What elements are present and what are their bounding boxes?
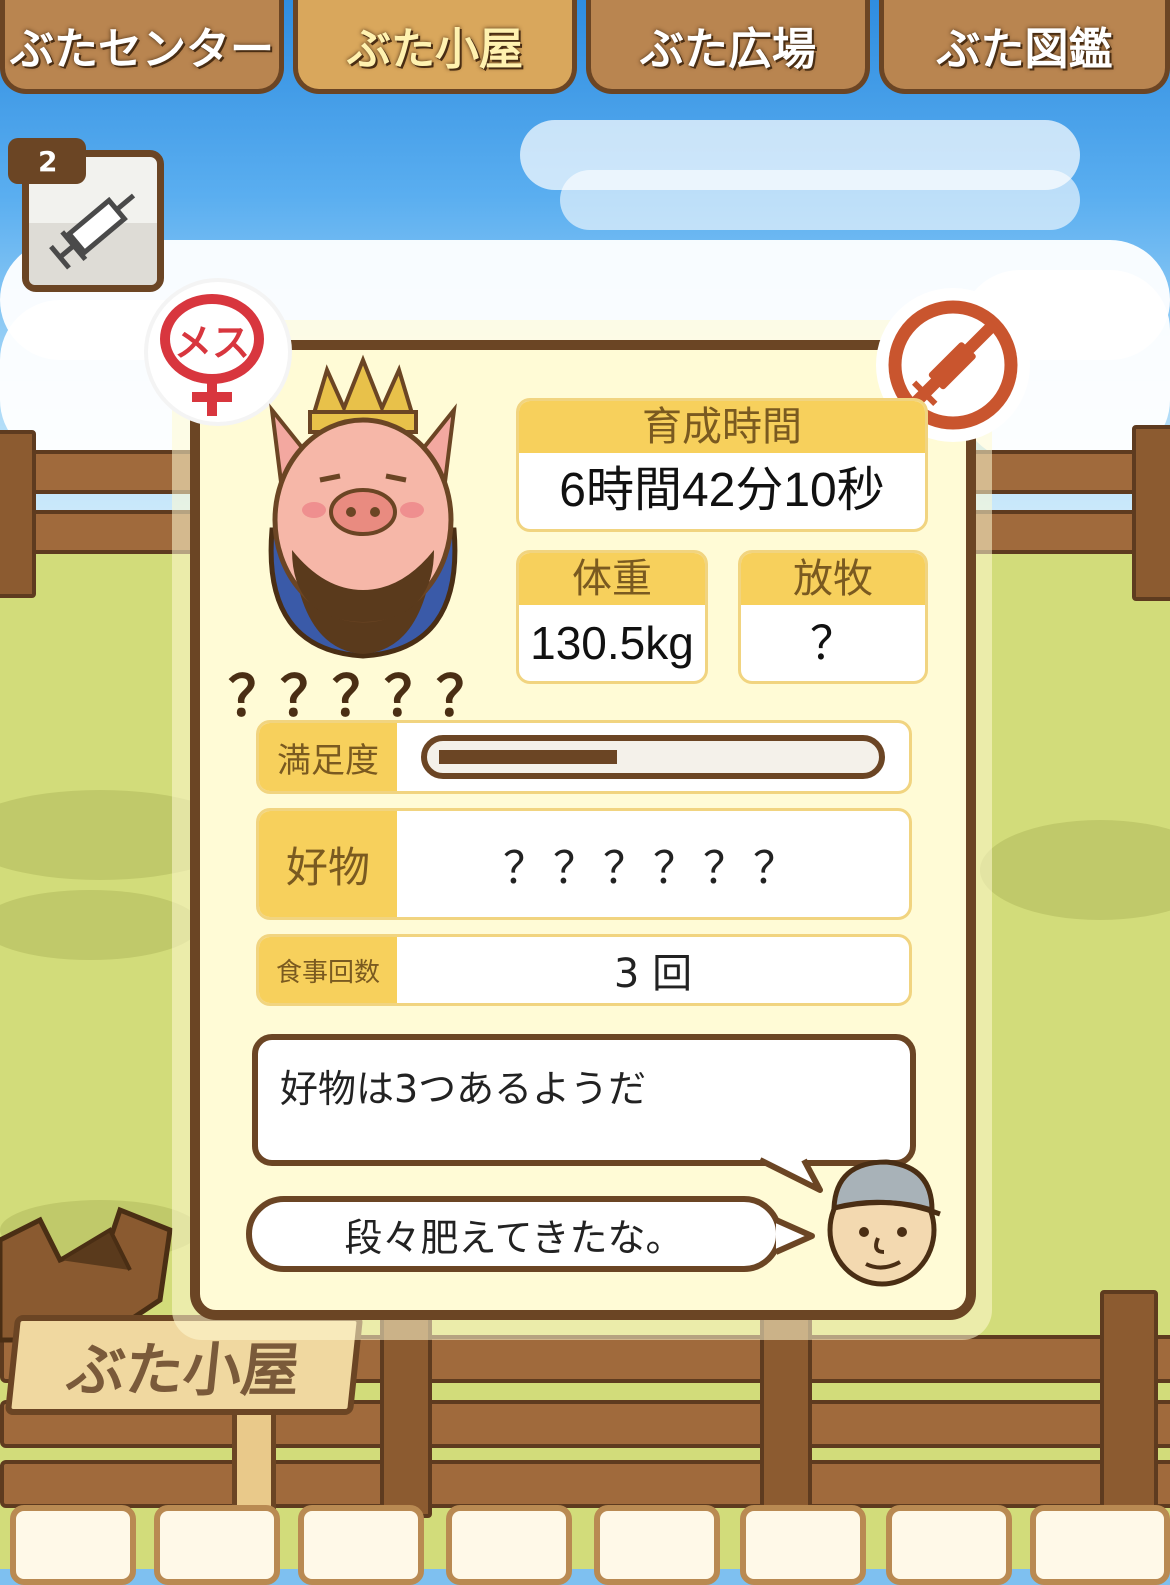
meal-count-label: 食事回数 bbox=[259, 937, 397, 1003]
meal-count-value: 3 回 bbox=[613, 951, 693, 997]
satisfaction-label: 満足度 bbox=[259, 723, 397, 791]
cloud bbox=[560, 170, 1080, 230]
weight-value: 130.5kg bbox=[530, 617, 694, 669]
tab-buta-plaza[interactable]: ぶた広場 bbox=[586, 0, 870, 94]
fence-post bbox=[0, 430, 36, 598]
food-slot[interactable] bbox=[594, 1505, 720, 1585]
female-symbol-bar bbox=[192, 392, 232, 402]
tab-label: ぶた小屋 bbox=[347, 23, 523, 75]
tab-label: ぶた広場 bbox=[640, 23, 816, 75]
grazing-box: 放牧 ？ bbox=[738, 550, 928, 684]
hint-text: 好物は3つあるようだ bbox=[280, 1067, 647, 1111]
meal-count-row: 食事回数 3 回 bbox=[256, 934, 912, 1006]
farmer-bubble-tail bbox=[774, 1217, 815, 1255]
growth-time-box: 育成時間 6時間42分10秒 bbox=[516, 398, 928, 532]
growth-time-value: 6時間42分10秒 bbox=[559, 464, 885, 517]
satisfaction-bar bbox=[421, 735, 885, 779]
food-slot[interactable] bbox=[10, 1505, 136, 1585]
tab-label: ぶたセンター bbox=[10, 23, 274, 75]
favorite-food-value: ？？？？？？ bbox=[503, 843, 803, 894]
food-slot[interactable] bbox=[740, 1505, 866, 1585]
satisfaction-cell bbox=[397, 723, 909, 791]
food-slot[interactable] bbox=[154, 1505, 280, 1585]
food-slot[interactable] bbox=[446, 1505, 572, 1585]
sign-post bbox=[232, 1410, 276, 1520]
food-slot[interactable] bbox=[1030, 1505, 1170, 1585]
grass-shadow bbox=[0, 890, 200, 960]
farmer-speech-bubble: 段々肥えてきたな。 bbox=[246, 1196, 782, 1272]
growth-time-label: 育成時間 bbox=[519, 401, 925, 453]
syringe-icon bbox=[49, 193, 136, 270]
tab-label: ぶた図鑑 bbox=[936, 23, 1113, 75]
fence-post bbox=[1100, 1290, 1158, 1518]
farmer-speech-text: 段々肥えてきたな。 bbox=[344, 1215, 684, 1260]
favorite-food-row: 好物 ？？？？？？ bbox=[256, 808, 912, 920]
tab-buta-barn[interactable]: ぶた小屋 bbox=[293, 0, 577, 94]
satisfaction-row: 満足度 bbox=[256, 720, 912, 794]
food-slot[interactable] bbox=[298, 1505, 424, 1585]
weight-box: 体重 130.5kg bbox=[516, 550, 708, 684]
farmer-avatar bbox=[827, 1159, 941, 1287]
item-count-badge: 2 bbox=[8, 138, 86, 184]
fence-rail bbox=[0, 1460, 1170, 1508]
tab-buta-encyclopedia[interactable]: ぶた図鑑 bbox=[879, 0, 1170, 94]
tab-buta-center[interactable]: ぶたセンター bbox=[0, 0, 284, 94]
favorite-food-label: 好物 bbox=[259, 811, 397, 917]
fence-post bbox=[1132, 425, 1170, 601]
item-count: 2 bbox=[38, 144, 58, 178]
grazing-value: ？ bbox=[810, 617, 856, 669]
grass-shadow bbox=[980, 820, 1170, 920]
food-slot[interactable] bbox=[886, 1505, 1012, 1585]
pig-portrait bbox=[268, 354, 458, 659]
satisfaction-bar-fill bbox=[439, 750, 617, 764]
hint-bubble: 好物は3つあるようだ bbox=[252, 1034, 916, 1166]
weight-label: 体重 bbox=[519, 553, 705, 605]
grazing-label: 放牧 bbox=[741, 553, 925, 605]
